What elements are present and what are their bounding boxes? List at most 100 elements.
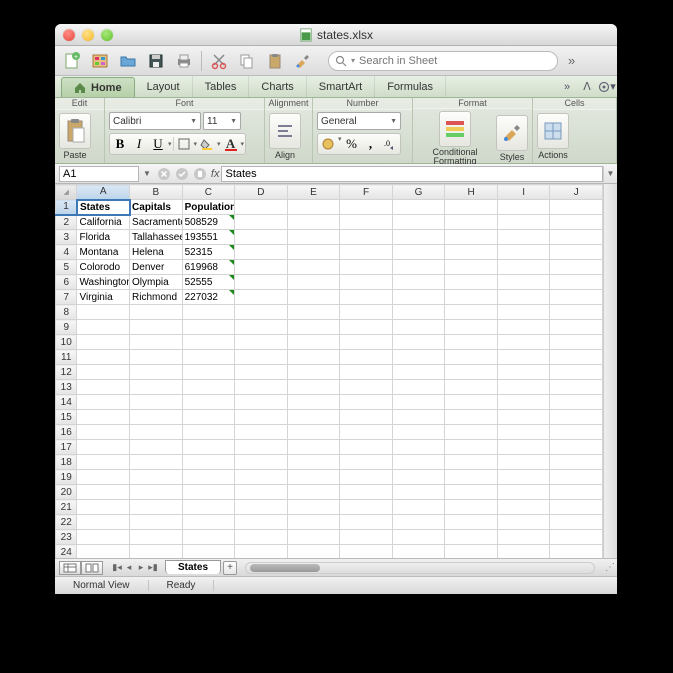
- tab-tables[interactable]: Tables: [193, 76, 250, 97]
- cell[interactable]: [392, 200, 445, 215]
- row-header[interactable]: 7: [56, 290, 77, 305]
- cell[interactable]: [235, 215, 288, 230]
- cell[interactable]: [445, 305, 498, 320]
- cell[interactable]: [497, 260, 550, 275]
- cell[interactable]: [130, 305, 183, 320]
- cut-button[interactable]: [208, 50, 230, 72]
- cell[interactable]: [287, 500, 340, 515]
- cell[interactable]: [550, 320, 603, 335]
- cell[interactable]: [497, 500, 550, 515]
- formula-expand-button[interactable]: ▼: [603, 166, 617, 182]
- styles-button[interactable]: Styles: [496, 115, 528, 162]
- cell[interactable]: [445, 200, 498, 215]
- cell[interactable]: [182, 395, 235, 410]
- cell[interactable]: [287, 335, 340, 350]
- cell[interactable]: [550, 365, 603, 380]
- minimize-window-button[interactable]: [82, 29, 94, 41]
- horizontal-scrollbar[interactable]: [245, 562, 595, 574]
- cell[interactable]: [340, 365, 393, 380]
- cell[interactable]: [392, 290, 445, 305]
- save-button[interactable]: [145, 50, 167, 72]
- cell[interactable]: [497, 305, 550, 320]
- cell[interactable]: [392, 350, 445, 365]
- cell[interactable]: [392, 485, 445, 500]
- cell[interactable]: 508529: [182, 215, 235, 230]
- cell[interactable]: [130, 545, 183, 559]
- row-header[interactable]: 11: [56, 350, 77, 365]
- cell[interactable]: [340, 380, 393, 395]
- cell[interactable]: [392, 410, 445, 425]
- cell[interactable]: [392, 395, 445, 410]
- cell[interactable]: [182, 305, 235, 320]
- cell[interactable]: [392, 455, 445, 470]
- bold-button[interactable]: B: [111, 135, 129, 153]
- fill-color-button[interactable]: [198, 135, 216, 153]
- search-input[interactable]: [359, 55, 551, 67]
- cell[interactable]: [235, 515, 288, 530]
- cell[interactable]: [287, 380, 340, 395]
- cell[interactable]: [287, 485, 340, 500]
- cell[interactable]: [182, 470, 235, 485]
- cell[interactable]: [235, 350, 288, 365]
- cell[interactable]: [445, 350, 498, 365]
- cell[interactable]: [445, 380, 498, 395]
- cell[interactable]: [550, 530, 603, 545]
- cell[interactable]: [392, 305, 445, 320]
- cell[interactable]: [340, 470, 393, 485]
- add-sheet-button[interactable]: +: [223, 561, 237, 575]
- cell[interactable]: Richmond: [130, 290, 183, 305]
- cell[interactable]: [340, 530, 393, 545]
- cell[interactable]: [497, 350, 550, 365]
- cell[interactable]: [497, 485, 550, 500]
- cell[interactable]: [182, 485, 235, 500]
- cell[interactable]: [287, 545, 340, 559]
- cell[interactable]: 227032: [182, 290, 235, 305]
- row-header[interactable]: 17: [56, 440, 77, 455]
- column-header[interactable]: B: [130, 185, 183, 200]
- align-button[interactable]: Align: [269, 113, 301, 160]
- cell[interactable]: Montana: [77, 245, 130, 260]
- cell[interactable]: [445, 410, 498, 425]
- cell[interactable]: [340, 275, 393, 290]
- column-header[interactable]: H: [445, 185, 498, 200]
- cell[interactable]: [287, 515, 340, 530]
- cell[interactable]: [340, 410, 393, 425]
- cell[interactable]: Virginia: [77, 290, 130, 305]
- row-header[interactable]: 13: [56, 380, 77, 395]
- cell[interactable]: [497, 320, 550, 335]
- cell[interactable]: [182, 365, 235, 380]
- cell[interactable]: [445, 500, 498, 515]
- vertical-scrollbar[interactable]: [603, 184, 617, 558]
- cell[interactable]: Tallahassee: [130, 230, 183, 245]
- formula-input[interactable]: States: [221, 166, 603, 182]
- cell[interactable]: [550, 245, 603, 260]
- cell[interactable]: [235, 470, 288, 485]
- row-header[interactable]: 10: [56, 335, 77, 350]
- cell[interactable]: [340, 290, 393, 305]
- cell[interactable]: [235, 305, 288, 320]
- cell[interactable]: [497, 275, 550, 290]
- cell[interactable]: [235, 260, 288, 275]
- cell[interactable]: [77, 470, 130, 485]
- prev-sheet-button[interactable]: ◂: [123, 562, 135, 573]
- cell[interactable]: Colorodo: [77, 260, 130, 275]
- cell[interactable]: [235, 530, 288, 545]
- cell[interactable]: [497, 365, 550, 380]
- cell[interactable]: [392, 335, 445, 350]
- cell[interactable]: [392, 215, 445, 230]
- copy-button[interactable]: [236, 50, 258, 72]
- row-header[interactable]: 18: [56, 455, 77, 470]
- tab-smartart[interactable]: SmartArt: [307, 76, 375, 97]
- column-header[interactable]: J: [550, 185, 603, 200]
- cell[interactable]: [550, 545, 603, 559]
- cell[interactable]: [497, 245, 550, 260]
- cell[interactable]: [497, 335, 550, 350]
- cell[interactable]: 52555: [182, 275, 235, 290]
- cell[interactable]: [497, 455, 550, 470]
- cell[interactable]: [130, 350, 183, 365]
- templates-button[interactable]: [89, 50, 111, 72]
- italic-button[interactable]: I: [130, 135, 148, 153]
- sheet-tab[interactable]: States: [165, 560, 221, 574]
- cell[interactable]: [287, 455, 340, 470]
- cell[interactable]: [182, 380, 235, 395]
